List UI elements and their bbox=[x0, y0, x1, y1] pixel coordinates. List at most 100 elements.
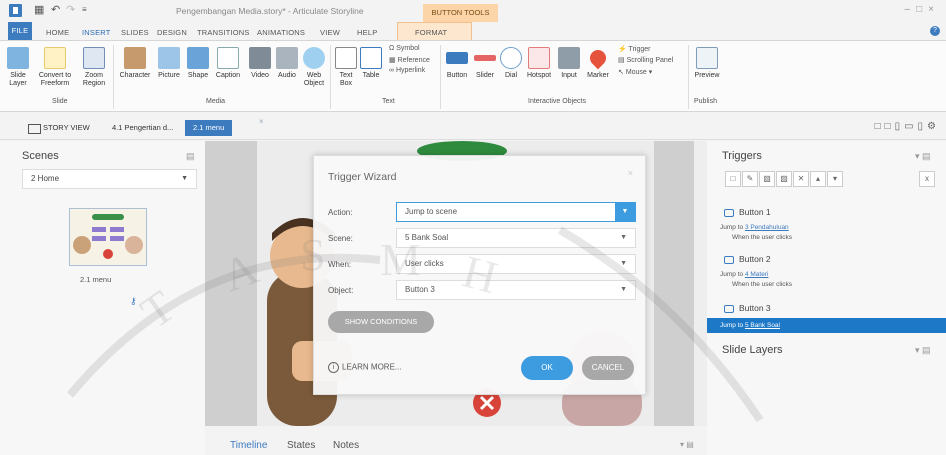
customize-quick-access-icon[interactable]: ≡ bbox=[82, 5, 87, 14]
mouse-item[interactable]: ↖ Mouse ▾ bbox=[618, 68, 652, 76]
object-value: Button 3 bbox=[405, 285, 435, 294]
reference-item[interactable]: ▦ Reference bbox=[389, 56, 430, 64]
hotspot-button[interactable]: Hotspot bbox=[524, 47, 554, 80]
panel-options-icon[interactable]: ▾ ▤ bbox=[680, 440, 694, 449]
slide-layer-button[interactable]: Slide Layer bbox=[2, 47, 34, 88]
caption-button[interactable]: Caption bbox=[213, 47, 243, 80]
object-select[interactable]: Button 3 ▼ bbox=[396, 280, 636, 300]
tab-states[interactable]: States bbox=[287, 440, 315, 451]
canvas-vertical-scrollbar[interactable] bbox=[694, 141, 707, 426]
input-button[interactable]: Input bbox=[556, 47, 582, 80]
variables-icon[interactable]: x bbox=[919, 171, 935, 187]
tab-help[interactable]: HELP bbox=[357, 28, 377, 37]
shape-label: Shape bbox=[187, 72, 209, 79]
dial-button[interactable]: Dial bbox=[499, 47, 523, 80]
window-controls[interactable]: –□× bbox=[905, 4, 940, 15]
action-select[interactable]: Jump to scene ▼ bbox=[396, 202, 636, 222]
trigger-object-button-1[interactable]: Button 1 bbox=[724, 207, 771, 217]
trigger-action-text: Jump to bbox=[720, 322, 745, 329]
tab-menu[interactable]: 2.1 menu bbox=[185, 120, 233, 136]
tab-format[interactable]: FORMAT bbox=[415, 28, 447, 37]
hyperlink-item[interactable]: ∞ Hyperlink bbox=[389, 67, 425, 74]
new-trigger-icon[interactable]: □ bbox=[725, 171, 741, 187]
tab-file[interactable]: FILE bbox=[8, 22, 32, 40]
ok-button[interactable]: OK bbox=[521, 356, 573, 380]
story-view-tab[interactable]: STORY VIEW bbox=[25, 120, 90, 136]
save-icon[interactable]: ▦ bbox=[34, 3, 44, 16]
scene-select[interactable]: 5 Bank Soal ▼ bbox=[396, 228, 636, 248]
picture-button[interactable]: Picture bbox=[155, 47, 183, 80]
slide-layer-icon bbox=[7, 47, 29, 69]
shape-button[interactable]: Shape bbox=[185, 47, 211, 80]
pin-icon[interactable]: ▤ bbox=[186, 151, 195, 162]
trigger-target-link[interactable]: 5 Bank Soal bbox=[745, 322, 780, 329]
trigger-wizard-dialog: Trigger Wizard × Action: Jump to scene ▼… bbox=[313, 155, 646, 395]
trigger-target-link[interactable]: 4 Materi bbox=[745, 271, 768, 278]
audio-button[interactable]: Audio bbox=[274, 47, 300, 80]
ribbon-separator bbox=[113, 45, 114, 109]
cancel-button[interactable]: CANCEL bbox=[582, 356, 634, 380]
text-box-button[interactable]: Text Box bbox=[334, 47, 358, 88]
undo-icon[interactable]: ↶ bbox=[51, 3, 60, 16]
view-mode-icons[interactable]: □□▯▭▯⚙ bbox=[875, 121, 941, 132]
character-button[interactable]: Character bbox=[117, 47, 153, 80]
audio-icon bbox=[276, 47, 298, 69]
media-group-label: Media bbox=[206, 98, 226, 105]
input-label: Input bbox=[561, 72, 577, 79]
panel-menu-icon[interactable]: ▾ ▤ bbox=[915, 151, 931, 162]
shape-icon bbox=[187, 47, 209, 69]
tab-pengertian[interactable]: 4.1 Pengertian d... bbox=[112, 120, 173, 136]
trigger-object-button-3[interactable]: Button 3 bbox=[724, 303, 771, 313]
when-value: User clicks bbox=[405, 259, 444, 268]
paste-trigger-icon[interactable]: ▨ bbox=[776, 171, 792, 187]
button-button[interactable]: Button bbox=[443, 47, 471, 80]
trigger-action-2[interactable]: Jump to 4 Materi bbox=[720, 271, 768, 278]
scrolling-panel-item[interactable]: ▤ Scrolling Panel bbox=[618, 56, 673, 64]
when-select[interactable]: User clicks ▼ bbox=[396, 254, 636, 274]
edit-trigger-icon[interactable]: ✎ bbox=[742, 171, 758, 187]
scene-value: 5 Bank Soal bbox=[405, 233, 449, 242]
web-object-button[interactable]: Web Object bbox=[301, 47, 327, 88]
tab-animations[interactable]: ANIMATIONS bbox=[257, 28, 305, 37]
web-object-label: Web Object bbox=[303, 72, 325, 87]
slide-thumbnail[interactable] bbox=[69, 208, 147, 266]
learn-more-link[interactable]: i LEARN MORE... bbox=[328, 362, 402, 373]
delete-trigger-icon[interactable]: ✕ bbox=[793, 171, 809, 187]
trigger-action-3-selected[interactable]: Jump to 5 Bank Soal bbox=[707, 318, 946, 333]
preview-button[interactable]: Preview bbox=[692, 47, 722, 80]
help-icon[interactable]: ? bbox=[930, 26, 940, 36]
show-conditions-button[interactable]: SHOW CONDITIONS bbox=[328, 311, 434, 333]
view-tabs-bar: STORY VIEW 4.1 Pengertian d... 2.1 menu … bbox=[0, 113, 946, 140]
trigger-action-1[interactable]: Jump to 3 Pendahuluan bbox=[720, 224, 789, 231]
video-button[interactable]: Video bbox=[247, 47, 273, 80]
close-tab-icon[interactable]: × bbox=[259, 117, 264, 126]
trigger-object-button-2[interactable]: Button 2 bbox=[724, 254, 771, 264]
chevron-down-icon: ▼ bbox=[620, 260, 627, 267]
button-object-icon bbox=[724, 304, 734, 313]
trigger-object-label: Button 1 bbox=[739, 207, 771, 217]
tab-slides[interactable]: SLIDES bbox=[121, 28, 149, 37]
trigger-target-link[interactable]: 3 Pendahuluan bbox=[745, 224, 789, 231]
panel-menu-icon[interactable]: ▾ ▤ bbox=[915, 345, 931, 356]
marker-button[interactable]: Marker bbox=[584, 46, 612, 80]
tab-home[interactable]: HOME bbox=[46, 28, 69, 37]
text-box-label: Text Box bbox=[339, 72, 353, 87]
table-button[interactable]: Table bbox=[359, 47, 383, 80]
tab-insert[interactable]: INSERT bbox=[82, 28, 111, 37]
zoom-region-button[interactable]: Zoom Region bbox=[78, 47, 110, 88]
convert-freeform-button[interactable]: Convert to Freeform bbox=[37, 47, 73, 88]
redo-icon[interactable]: ↷ bbox=[66, 3, 75, 16]
close-icon[interactable]: × bbox=[628, 168, 633, 178]
move-down-icon[interactable]: ▾ bbox=[827, 171, 843, 187]
tab-notes[interactable]: Notes bbox=[333, 440, 359, 451]
tab-timeline[interactable]: Timeline bbox=[230, 440, 267, 451]
copy-trigger-icon[interactable]: ▧ bbox=[759, 171, 775, 187]
tab-view[interactable]: VIEW bbox=[320, 28, 340, 37]
tab-transitions[interactable]: TRANSITIONS bbox=[197, 28, 250, 37]
scene-dropdown[interactable]: 2 Home ▼ bbox=[22, 169, 197, 189]
trigger-item[interactable]: ⚡ Trigger bbox=[618, 45, 650, 53]
tab-design[interactable]: DESIGN bbox=[157, 28, 187, 37]
symbol-item[interactable]: Ω Symbol bbox=[389, 45, 420, 52]
slider-button[interactable]: Slider bbox=[472, 47, 498, 80]
move-up-icon[interactable]: ▴ bbox=[810, 171, 826, 187]
